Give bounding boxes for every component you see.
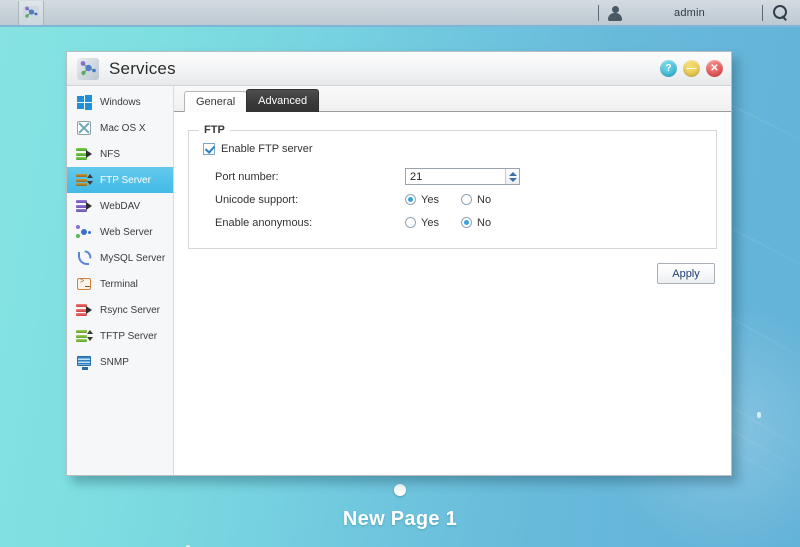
- sidebar-item-label: MySQL Server: [100, 252, 166, 264]
- sidebar-item-ftp-server[interactable]: FTP Server: [67, 167, 173, 193]
- sidebar-item-label: Rsync Server: [100, 304, 161, 316]
- unicode-no-radio[interactable]: [461, 194, 472, 205]
- taskbar-divider: [598, 4, 600, 21]
- tab-advanced[interactable]: Advanced: [246, 89, 320, 112]
- anonymous-no-radio[interactable]: [461, 217, 472, 228]
- enable-anonymous-label: Enable anonymous:: [215, 216, 313, 229]
- sidebar-item-snmp[interactable]: SNMP: [67, 349, 173, 375]
- terminal-icon: [75, 276, 93, 292]
- top-taskbar: admin: [0, 0, 800, 27]
- anonymous-no-option[interactable]: No: [461, 217, 491, 229]
- close-icon: ✕: [710, 62, 719, 74]
- minimize-button[interactable]: —: [683, 60, 700, 77]
- up-arrow-icon[interactable]: [508, 171, 517, 176]
- sidebar-item-nfs[interactable]: NFS: [67, 141, 173, 167]
- tftp-icon: [75, 328, 93, 344]
- unicode-no-label: No: [477, 193, 492, 206]
- unicode-support-label: Unicode support:: [215, 193, 299, 206]
- sidebar-item-label: FTP Server: [100, 174, 151, 186]
- sidebar-item-terminal[interactable]: Terminal: [67, 271, 173, 297]
- mysql-icon: [75, 250, 93, 266]
- help-button[interactable]: ?: [660, 60, 677, 77]
- sidebar-item-rsync-server[interactable]: Rsync Server: [67, 297, 173, 323]
- services-icon: [23, 5, 39, 20]
- sidebar-item-mysql-server[interactable]: MySQL Server: [67, 245, 173, 271]
- apply-button[interactable]: Apply: [657, 263, 715, 284]
- sidebar-item-label: Mac OS X: [100, 122, 146, 134]
- unicode-support-radio-group: Yes No: [405, 194, 491, 206]
- services-window: Services ? — ✕ Windows Mac OS X NFS FTP …: [66, 51, 732, 476]
- content-area: General Advanced FTP Enable FTP server P…: [174, 86, 731, 475]
- ftp-groupbox: FTP Enable FTP server Port number: 21 Un…: [188, 124, 717, 249]
- port-number-label: Port number:: [215, 170, 279, 183]
- desktop: admin Services ? — ✕ Windows Mac OS X NF…: [0, 0, 800, 547]
- sidebar-item-web-server[interactable]: Web Server: [67, 219, 173, 245]
- tab-strip: General Advanced: [174, 86, 731, 112]
- sidebar-item-label: Web Server: [100, 226, 153, 238]
- port-number-row: Port number:: [203, 165, 702, 188]
- sidebar-item-webdav[interactable]: WebDAV: [67, 193, 173, 219]
- port-number-stepper[interactable]: [405, 168, 520, 185]
- enable-anonymous-radio-group: Yes No: [405, 217, 491, 229]
- window-body: Windows Mac OS X NFS FTP Server WebDAV W…: [67, 86, 731, 475]
- services-icon: [77, 57, 99, 80]
- sidebar-item-tftp-server[interactable]: TFTP Server: [67, 323, 173, 349]
- anonymous-yes-option[interactable]: Yes: [405, 217, 461, 229]
- snmp-icon: [75, 354, 93, 370]
- help-icon: ?: [665, 62, 672, 74]
- sidebar-item-label: WebDAV: [100, 200, 141, 212]
- services-sidebar: Windows Mac OS X NFS FTP Server WebDAV W…: [67, 86, 174, 475]
- page-indicator-dot[interactable]: [394, 484, 406, 496]
- window-controls: ? — ✕: [660, 60, 723, 77]
- macosx-icon: [75, 120, 93, 136]
- sidebar-item-label: TFTP Server: [100, 330, 158, 342]
- webdav-icon: [75, 198, 93, 214]
- port-number-input[interactable]: [406, 169, 505, 184]
- enable-ftp-label: Enable FTP server: [221, 143, 313, 155]
- background-fleck: [757, 412, 761, 418]
- sidebar-item-windows[interactable]: Windows: [67, 89, 173, 115]
- apply-bar: Apply: [188, 263, 717, 284]
- unicode-yes-label: Yes: [421, 193, 439, 206]
- windows-icon: [75, 94, 93, 110]
- tab-label: General: [196, 96, 236, 108]
- user-icon[interactable]: [608, 5, 623, 21]
- anonymous-no-label: No: [477, 216, 492, 229]
- taskbar-divider: [762, 4, 763, 21]
- taskbar-username: admin: [674, 6, 705, 19]
- taskbar-right-cluster: admin: [589, 0, 800, 26]
- enable-anonymous-row: Enable anonymous: Yes No: [203, 211, 702, 234]
- window-title: Services: [109, 58, 176, 78]
- close-button[interactable]: ✕: [706, 60, 723, 77]
- enable-ftp-checkbox[interactable]: [203, 143, 215, 155]
- unicode-no-option[interactable]: No: [461, 194, 491, 206]
- search-icon[interactable]: [772, 4, 788, 21]
- taskbar-services-icon[interactable]: [18, 0, 44, 25]
- tab-general[interactable]: General: [184, 91, 248, 112]
- rsync-icon: [75, 302, 93, 318]
- advanced-panel: FTP Enable FTP server Port number: 21 Un…: [174, 112, 731, 475]
- anonymous-yes-radio[interactable]: [405, 217, 416, 228]
- web-server-icon: [75, 224, 93, 240]
- anonymous-yes-label: Yes: [421, 216, 439, 229]
- unicode-yes-option[interactable]: Yes: [405, 194, 461, 206]
- unicode-support-row: Unicode support: Yes No: [203, 188, 702, 211]
- ftp-group-title: FTP: [199, 124, 230, 136]
- window-titlebar[interactable]: Services ? — ✕: [67, 52, 731, 86]
- ftp-server-icon: [75, 172, 93, 188]
- down-arrow-icon[interactable]: [508, 177, 517, 182]
- sidebar-item-label: NFS: [100, 148, 120, 160]
- sidebar-item-mac-os-x[interactable]: Mac OS X: [67, 115, 173, 141]
- tab-label: Advanced: [258, 95, 308, 107]
- nfs-icon: [75, 146, 93, 162]
- minimize-icon: —: [686, 62, 697, 74]
- unicode-yes-radio[interactable]: [405, 194, 416, 205]
- port-number-spin-buttons[interactable]: [505, 169, 519, 184]
- sidebar-item-label: Terminal: [100, 278, 138, 290]
- sidebar-item-label: Windows: [100, 96, 141, 108]
- sidebar-item-label: SNMP: [100, 356, 129, 368]
- enable-ftp-row: Enable FTP server: [203, 143, 702, 155]
- page-label: New Page 1: [342, 508, 458, 530]
